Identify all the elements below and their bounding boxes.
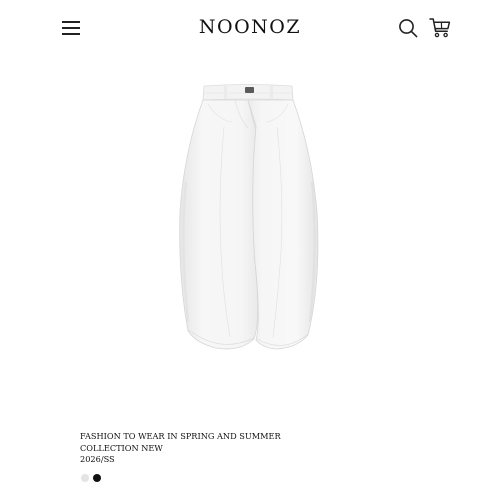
product-info: FASHION TO WEAR IN SPRING AND SUMMER COL… [80, 431, 440, 466]
product-title-line2[interactable]: COLLECTION NEW [80, 443, 440, 455]
menu-line [62, 21, 80, 23]
cart-button[interactable] [429, 17, 451, 38]
cart-icon [429, 18, 451, 38]
search-icon [399, 19, 418, 38]
swatch-white[interactable] [81, 474, 89, 482]
menu-line [62, 27, 80, 29]
swatch-black[interactable] [93, 474, 101, 482]
product-title-line1[interactable]: FASHION TO WEAR IN SPRING AND SUMMER [80, 431, 440, 443]
product-image[interactable] [160, 82, 336, 382]
brand-logo[interactable]: NOONOZ [199, 16, 301, 38]
page: NOONOZ FASHION TO WEAR IN SPRING AND SUM… [0, 0, 500, 500]
menu-button[interactable] [62, 19, 80, 35]
header: NOONOZ [0, 0, 500, 56]
menu-line [62, 33, 80, 35]
search-button[interactable] [398, 18, 418, 38]
product-season: 2026/SS [80, 454, 115, 464]
color-swatches [81, 474, 101, 484]
